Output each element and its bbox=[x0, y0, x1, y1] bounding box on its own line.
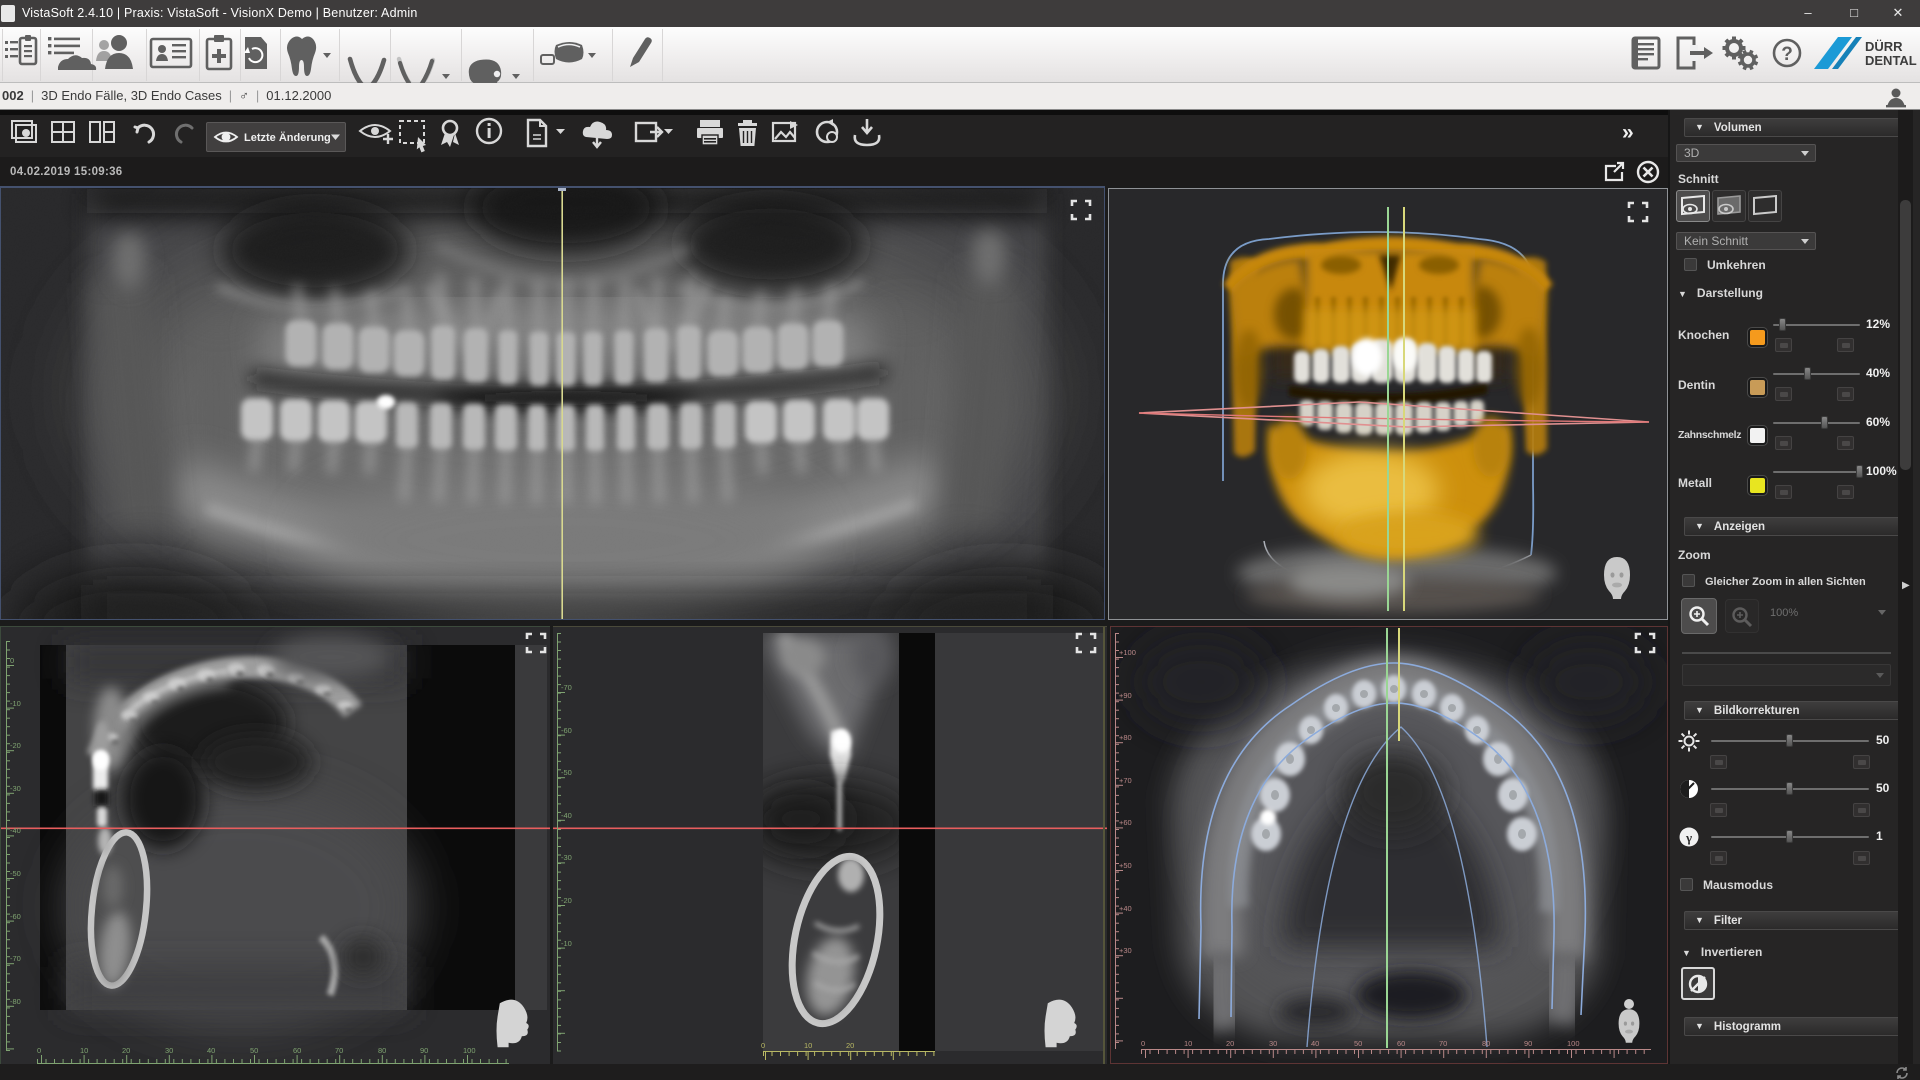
svg-text:10: 10 bbox=[804, 1041, 812, 1050]
svg-text:80: 80 bbox=[1482, 1039, 1490, 1048]
svg-text:-30: -30 bbox=[10, 784, 21, 793]
svg-text:-70: -70 bbox=[10, 954, 21, 963]
svg-text:80: 80 bbox=[378, 1046, 386, 1055]
svg-text:+60: +60 bbox=[1119, 818, 1132, 827]
svg-text:Letzte Änderung: Letzte Änderung bbox=[244, 131, 331, 144]
svg-text:-80: -80 bbox=[10, 997, 21, 1006]
svg-text:40: 40 bbox=[1311, 1039, 1319, 1048]
svg-text:-20: -20 bbox=[561, 896, 572, 905]
svg-text:»: » bbox=[1622, 121, 1634, 144]
svg-text:70: 70 bbox=[335, 1046, 343, 1055]
svg-text:+100: +100 bbox=[1119, 648, 1136, 657]
svg-text:?: ? bbox=[1781, 44, 1793, 65]
svg-text:50: 50 bbox=[1354, 1039, 1362, 1048]
svg-text:90: 90 bbox=[420, 1046, 428, 1055]
svg-text:20: 20 bbox=[846, 1041, 854, 1050]
svg-text:50: 50 bbox=[250, 1046, 258, 1055]
svg-text:-40: -40 bbox=[10, 826, 21, 835]
svg-text:0: 0 bbox=[1141, 1039, 1145, 1048]
svg-text:0: 0 bbox=[37, 1046, 41, 1055]
svg-text:+50: +50 bbox=[1119, 861, 1132, 870]
svg-text:-70: -70 bbox=[561, 683, 572, 692]
svg-text:20: 20 bbox=[1226, 1039, 1234, 1048]
svg-text:+70: +70 bbox=[1119, 776, 1132, 785]
svg-text:-60: -60 bbox=[561, 726, 572, 735]
svg-text:-50: -50 bbox=[10, 869, 21, 878]
svg-text:-40: -40 bbox=[561, 811, 572, 820]
svg-text:-30: -30 bbox=[561, 853, 572, 862]
svg-text:+90: +90 bbox=[1119, 691, 1132, 700]
svg-text:0: 0 bbox=[10, 656, 14, 665]
svg-text:40: 40 bbox=[207, 1046, 215, 1055]
svg-text:70: 70 bbox=[1439, 1039, 1447, 1048]
svg-text:60: 60 bbox=[293, 1046, 301, 1055]
svg-text:DENTAL: DENTAL bbox=[1865, 53, 1917, 68]
svg-text:10: 10 bbox=[80, 1046, 88, 1055]
svg-text:-50: -50 bbox=[561, 768, 572, 777]
svg-text:60: 60 bbox=[1397, 1039, 1405, 1048]
svg-text:+80: +80 bbox=[1119, 733, 1132, 742]
svg-text:90: 90 bbox=[1524, 1039, 1532, 1048]
svg-text:+30: +30 bbox=[1119, 946, 1132, 955]
svg-text:0: 0 bbox=[761, 1041, 765, 1050]
svg-text:100: 100 bbox=[1567, 1039, 1580, 1048]
svg-text:γ: γ bbox=[1685, 830, 1692, 845]
svg-text:30: 30 bbox=[1269, 1039, 1277, 1048]
svg-text:DÜRR: DÜRR bbox=[1865, 39, 1903, 54]
svg-text:100: 100 bbox=[463, 1046, 476, 1055]
svg-text:-20: -20 bbox=[10, 741, 21, 750]
svg-text:30: 30 bbox=[165, 1046, 173, 1055]
svg-text:20: 20 bbox=[122, 1046, 130, 1055]
svg-text:+40: +40 bbox=[1119, 904, 1132, 913]
svg-text:-10: -10 bbox=[561, 939, 572, 948]
svg-text:-60: -60 bbox=[10, 912, 21, 921]
svg-text:10: 10 bbox=[1184, 1039, 1192, 1048]
svg-text:-10: -10 bbox=[10, 699, 21, 708]
